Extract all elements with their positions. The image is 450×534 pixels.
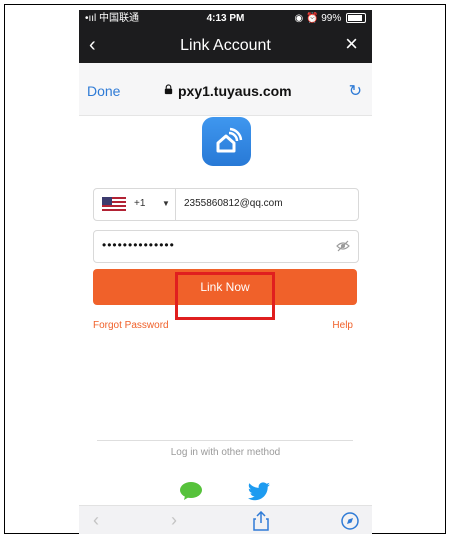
done-button[interactable]: Done bbox=[87, 83, 120, 99]
other-method-label: Log in with other method bbox=[170, 447, 281, 458]
battery-percent: 99% bbox=[321, 13, 342, 24]
page-title: Link Account bbox=[180, 37, 271, 54]
close-icon[interactable]: × bbox=[345, 33, 358, 55]
status-right: ◉ ⏰ 99% bbox=[294, 10, 366, 27]
phone-screen: •ııl 中国联通 4:13 PM ◉ ⏰ 99% ‹ Link Account… bbox=[79, 10, 372, 534]
forward-icon[interactable]: › bbox=[171, 510, 177, 531]
wechat-icon[interactable] bbox=[179, 481, 203, 501]
browser-url-bar: Done pxy1.tuyaus.com ↻ bbox=[79, 63, 372, 116]
lock-icon bbox=[164, 84, 173, 95]
outer-frame-left bbox=[4, 4, 5, 534]
alarm-icon: ⏰ bbox=[305, 13, 319, 24]
battery-icon bbox=[346, 13, 366, 24]
compass-icon[interactable] bbox=[341, 512, 359, 530]
app-logo-icon bbox=[202, 117, 251, 166]
lock-rotation-icon: ◉ bbox=[294, 13, 304, 24]
us-flag-icon[interactable] bbox=[102, 197, 126, 212]
account-field[interactable]: +1 ▼ 2355860812@qq.com bbox=[93, 188, 359, 221]
url-text[interactable]: pxy1.tuyaus.com bbox=[178, 83, 292, 99]
other-method-divider bbox=[97, 440, 353, 441]
password-input[interactable]: •••••••••••••• bbox=[102, 238, 175, 252]
chevron-down-icon[interactable]: ▼ bbox=[162, 199, 170, 208]
status-bar: •ııl 中国联通 4:13 PM ◉ ⏰ 99% bbox=[79, 10, 372, 27]
email-input[interactable]: 2355860812@qq.com bbox=[184, 198, 283, 209]
browser-toolbar: ‹ › bbox=[79, 505, 372, 534]
outer-frame-top bbox=[4, 4, 446, 5]
share-icon[interactable] bbox=[253, 511, 269, 531]
field-divider bbox=[175, 189, 176, 220]
help-link[interactable]: Help bbox=[332, 320, 353, 331]
back-icon[interactable]: ‹ bbox=[93, 510, 99, 531]
country-code[interactable]: +1 bbox=[134, 198, 145, 209]
outer-frame-right bbox=[445, 4, 446, 534]
twitter-icon[interactable] bbox=[247, 482, 271, 502]
forgot-password-link[interactable]: Forgot Password bbox=[93, 320, 169, 331]
password-field[interactable]: •••••••••••••• bbox=[93, 230, 359, 263]
nav-bar: ‹ Link Account × bbox=[79, 27, 372, 63]
eye-hidden-icon[interactable] bbox=[336, 239, 350, 253]
refresh-icon[interactable]: ↻ bbox=[349, 81, 362, 101]
highlight-box bbox=[175, 272, 275, 320]
